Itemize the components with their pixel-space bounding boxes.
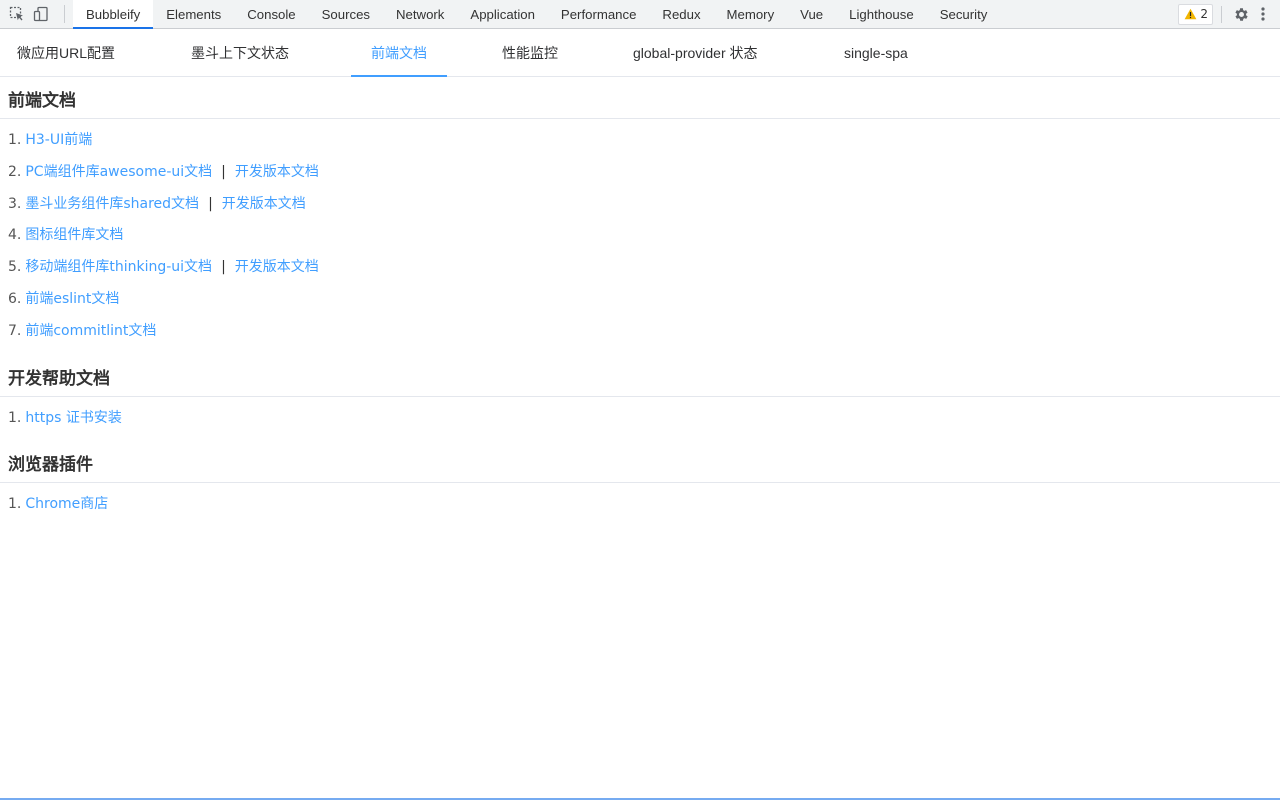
app-tab-5[interactable]: single-spa [844,29,908,76]
list-item: 1. https 证书安装 [8,406,1272,438]
warning-count: 2 [1200,7,1208,21]
app-tab-0[interactable]: 微应用URL配置 [17,29,115,76]
device-toggle-icon[interactable] [30,3,52,25]
devtools-tab-memory[interactable]: Memory [714,0,788,28]
list-item: 4. 图标组件库文档 [8,223,1272,255]
doc-link[interactable]: https 证书安装 [25,408,121,428]
doc-link[interactable]: Chrome商店 [25,494,108,514]
app-tab-1[interactable]: 墨斗上下文状态 [191,29,289,76]
doc-list: 1. https 证书安装 [0,397,1280,442]
inspect-element-icon[interactable] [6,3,28,25]
list-item: 1. H3-UI前端 [8,128,1272,160]
link-separator: | [221,259,226,276]
list-item: 1. Chrome商店 [8,492,1272,524]
link-separator: | [221,163,226,180]
toolbar-divider [1221,5,1222,23]
devtools-tab-vue[interactable]: Vue [787,0,836,28]
devtools-tab-security[interactable]: Security [927,0,1001,28]
app-tab-strip: 微应用URL配置 墨斗上下文状态 前端文档 性能监控 global-provider 状… [0,29,1280,77]
devtools-tab-elements[interactable]: Elements [153,0,234,28]
doc-link[interactable]: 前端eslint文档 [25,289,119,309]
item-number: 1. [8,409,22,426]
docs-content: 前端文档 1. H3-UI前端 2. PC端组件库awesome-ui文档 | 开发版本文档… [0,77,1280,528]
gear-icon[interactable] [1230,3,1252,25]
item-number: 1. [8,132,22,148]
doc-link[interactable]: 开发版本文档 [235,162,319,182]
doc-link[interactable]: 前端commitlint文档 [25,321,156,341]
section-title: 开发帮助文档 [0,355,1280,397]
doc-list: 1. H3-UI前端 2. PC端组件库awesome-ui文档 | 开发版本文档 3. 墨斗… [0,119,1280,355]
list-item: 2. PC端组件库awesome-ui文档 | 开发版本文档 [8,160,1272,192]
doc-link[interactable]: H3-UI前端 [25,130,92,150]
section-title: 浏览器插件 [0,441,1280,484]
doc-link[interactable]: PC端组件库awesome-ui文档 [25,162,212,182]
devtools-tab-bubbleify[interactable]: Bubbleify [73,0,154,29]
app-tab-4[interactable]: global-provider 状态 [633,29,758,76]
devtools-tab-application[interactable]: Application [457,0,548,28]
devtools-toolbar: Bubbleify Elements Console Sources Network Ap… [0,0,1280,29]
item-number: 3. [8,195,22,212]
list-item: 3. 墨斗业务组件库shared文档 | 开发版本文档 [8,192,1272,224]
devtools-tab-redux[interactable]: Redux [649,0,713,28]
doc-link[interactable]: 图标组件库文档 [25,225,123,245]
devtools-tab-network[interactable]: Network [383,0,457,28]
item-number: 7. [8,322,22,339]
doc-link[interactable]: 移动端组件库thinking-ui文档 [25,257,212,277]
toolbar-divider [64,5,65,23]
more-vertical-icon[interactable] [1252,3,1274,25]
list-item: 6. 前端eslint文档 [8,287,1272,319]
devtools-left-icons [0,0,58,28]
warning-badge[interactable]: 2 [1178,3,1213,25]
devtools-tab-sources[interactable]: Sources [309,0,383,28]
item-number: 4. [8,227,22,244]
warning-icon [1184,8,1197,20]
item-number: 6. [8,290,22,307]
item-number: 1. [8,496,22,513]
devtools-right-controls: 2 [1178,0,1280,28]
item-number: 5. [8,259,22,276]
devtools-tab-console[interactable]: Console [234,0,308,28]
app-tab-2[interactable]: 前端文档 [351,29,447,77]
link-separator: | [208,195,213,212]
devtools-tab-performance[interactable]: Performance [548,0,650,28]
section-title: 前端文档 [0,77,1280,119]
doc-link[interactable]: 墨斗业务组件库shared文档 [25,194,199,214]
doc-list: 1. Chrome商店 [0,483,1280,528]
item-number: 2. [8,163,22,180]
list-item: 5. 移动端组件库thinking-ui文档 | 开发版本文档 [8,255,1272,287]
app-tab-3[interactable]: 性能监控 [502,29,558,76]
devtools-tab-strip: Bubbleify Elements Console Sources Network Ap… [73,0,1178,29]
doc-link[interactable]: 开发版本文档 [222,194,306,214]
devtools-tab-lighthouse[interactable]: Lighthouse [836,0,927,28]
doc-link[interactable]: 开发版本文档 [235,257,319,277]
list-item: 7. 前端commitlint文档 [8,319,1272,351]
